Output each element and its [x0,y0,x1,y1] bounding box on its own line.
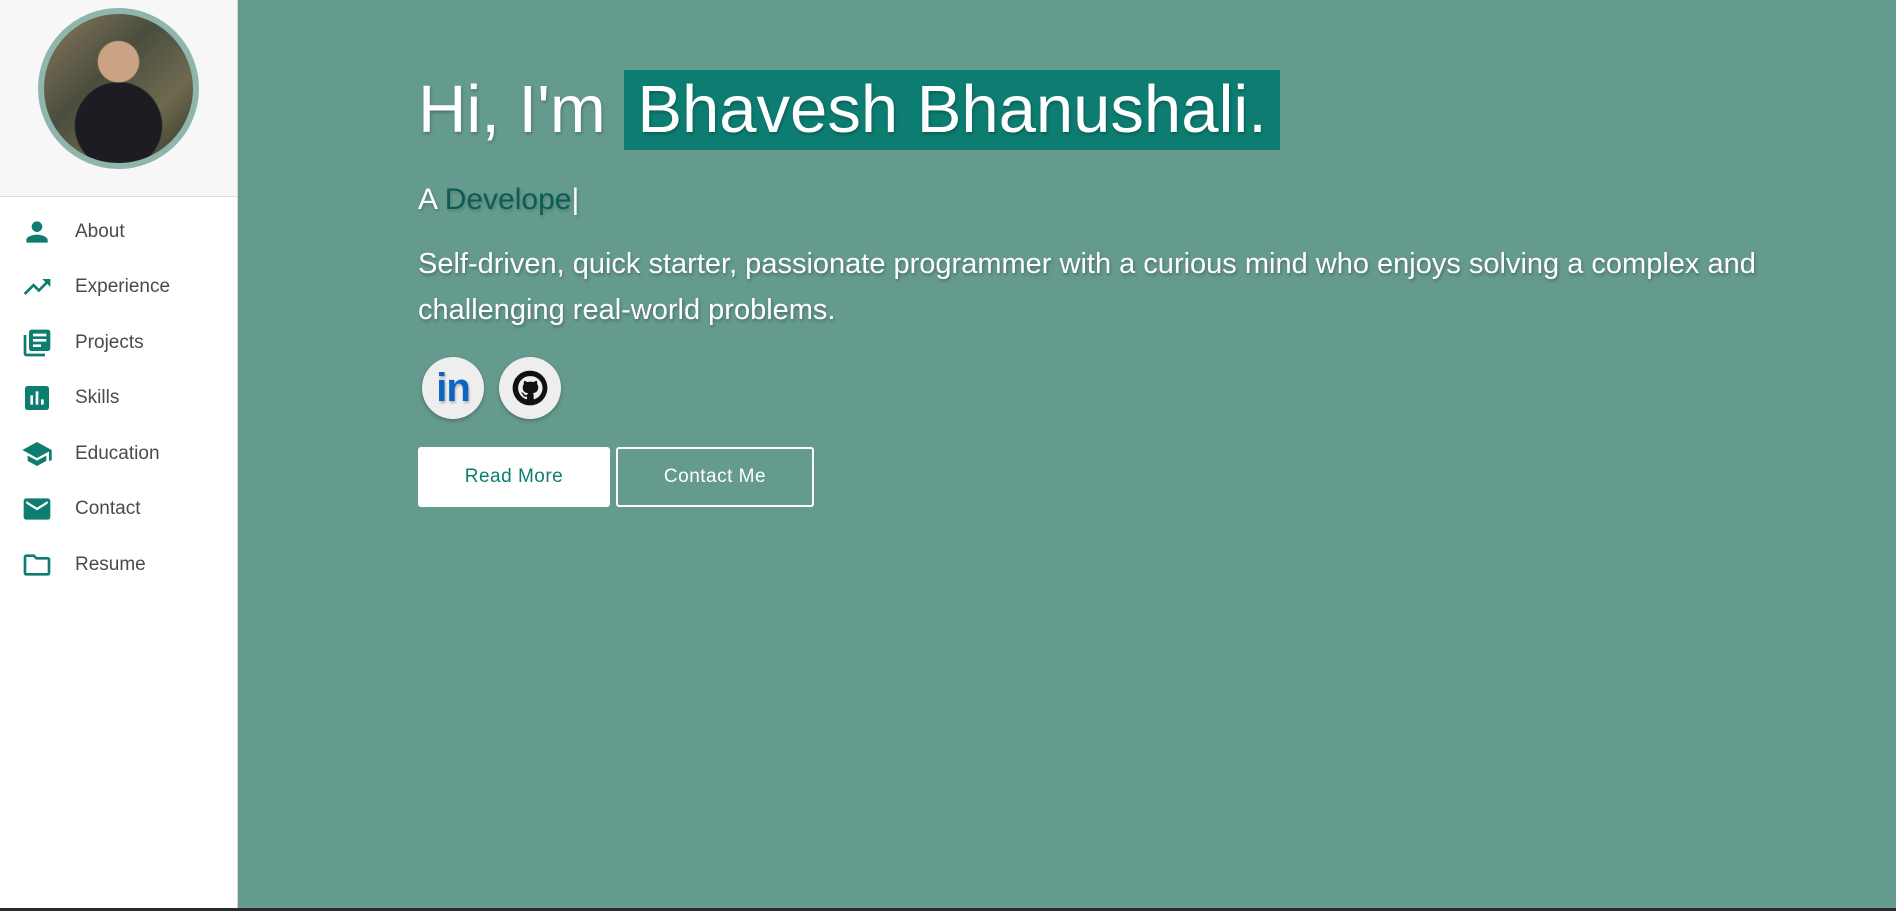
hero-section: Hi, I'm Bhavesh Bhanushali. A Develope| … [238,0,1896,908]
typed-role: Develope [444,183,572,216]
sidebar-item-label: About [75,220,125,242]
github-icon [512,370,548,406]
school-icon [20,438,54,470]
sidebar-item-label: Projects [75,331,144,353]
read-more-button[interactable]: Read More [418,447,610,507]
hero-actions: Read More Contact Me [418,447,1798,507]
social-links: in [418,357,1798,419]
sidebar-item-label: Education [75,442,160,464]
sidebar-item-skills[interactable]: Skills [0,371,237,427]
sidebar-item-resume[interactable]: Resume [0,537,237,593]
sidebar-item-projects[interactable]: Projects [0,315,237,371]
bar-chart-icon [20,382,54,414]
trending-up-icon [20,271,54,303]
greeting-text: Hi, I'm [418,72,625,147]
hero-name: Bhavesh Bhanushali. [624,70,1280,150]
sidebar-item-about[interactable]: About [0,204,237,260]
sidebar-item-label: Contact [75,498,141,520]
sidebar-item-education[interactable]: Education [0,426,237,482]
bio-text: Self-driven, quick starter, passionate p… [418,248,1756,326]
sidebar-item-experience[interactable]: Experience [0,260,237,316]
hero-content: Hi, I'm Bhavesh Bhanushali. A Develope| … [418,70,1798,507]
github-button[interactable] [499,357,561,419]
linkedin-button[interactable]: in [422,357,484,419]
typing-cursor: | [571,183,580,216]
person-icon [20,216,54,248]
sidebar: About Experience Projects Skills Educati… [0,0,238,908]
role-line: A Develope| [418,183,1798,217]
folder-icon [20,549,54,581]
sidebar-item-label: Resume [75,553,146,575]
library-books-icon [20,327,54,359]
sidebar-item-label: Experience [75,276,171,298]
role-prefix: A [418,183,445,216]
sidebar-nav: About Experience Projects Skills Educati… [0,204,237,593]
hero-heading: Hi, I'm Bhavesh Bhanushali. [418,70,1798,150]
mail-icon [20,493,54,525]
profile-header [0,0,237,197]
linkedin-icon: in [436,365,471,410]
contact-me-button[interactable]: Contact Me [616,447,814,507]
sidebar-item-label: Skills [75,387,120,409]
avatar [38,7,199,169]
sidebar-item-contact[interactable]: Contact [0,482,237,538]
profile-photo [44,13,193,163]
